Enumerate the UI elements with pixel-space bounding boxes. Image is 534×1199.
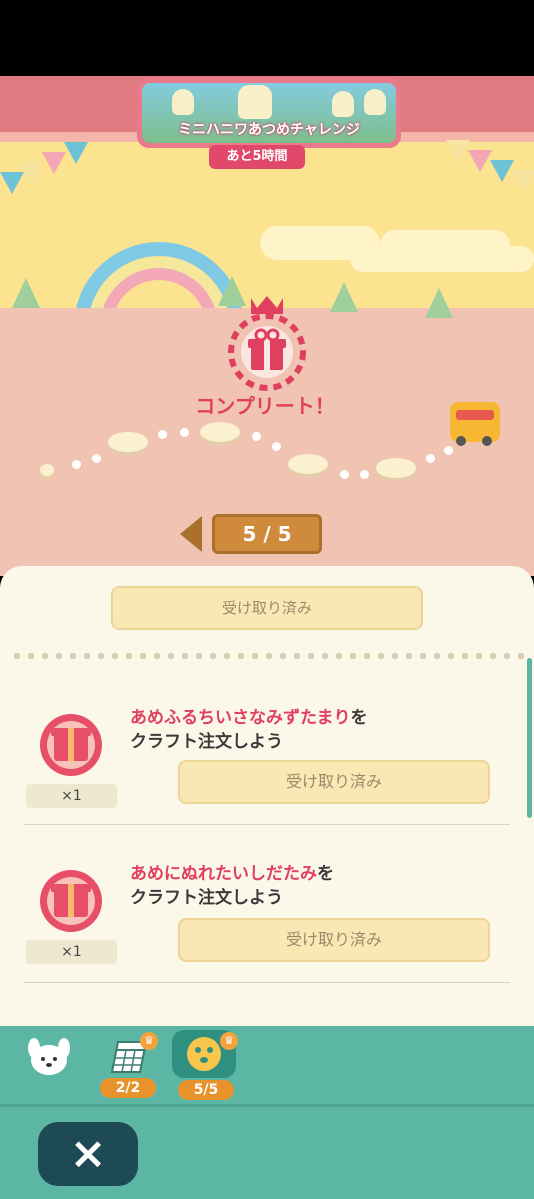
row-divider (24, 824, 510, 825)
haniwa-progress-badge: 5/5 (178, 1080, 234, 1100)
haniwa-icon (238, 85, 272, 119)
banner-art: ミニハニワあつめチャレンジ (142, 83, 396, 143)
mission-line2: クラフト注文しよう (130, 732, 283, 752)
row-divider (24, 982, 510, 983)
bunting-flag (490, 160, 514, 182)
path-stone (288, 454, 328, 474)
haniwa-icon (364, 89, 386, 115)
path-dot (426, 454, 435, 463)
mission-item-name: あめふるちいさなみずたまり (130, 708, 351, 728)
pager-indicator: 5 / 5 (212, 514, 322, 554)
mission-suffix: を (350, 708, 368, 728)
path-stone (40, 464, 54, 476)
path-dot (340, 470, 349, 479)
mission-row: ×1 あめふるちいさなみずたまりを クラフト注文しよう 受け取り済み (0, 674, 534, 824)
gift-wreath-icon (228, 296, 306, 391)
event-banner[interactable]: ミニハニワあつめチャレンジ (137, 78, 401, 148)
path-dot (360, 470, 369, 479)
nav-tab-isabelle[interactable] (24, 1030, 74, 1080)
event-timer: あと5時間 (209, 145, 305, 169)
crown-badge-icon: ♛ (140, 1032, 158, 1050)
haniwa-icon (332, 91, 354, 117)
event-title: ミニハニワあつめチャレンジ (178, 122, 360, 138)
mission-text: あめふるちいさなみずたまりを クラフト注文しよう (130, 706, 368, 754)
tree (425, 288, 453, 318)
path-dot (252, 432, 261, 441)
haniwa-icon (187, 1037, 221, 1071)
claim-all-button[interactable]: 受け取り済み (111, 586, 423, 630)
path-stone (108, 432, 148, 452)
bottom-nav (0, 1026, 534, 1106)
mission-line2: クラフト注文しよう (130, 888, 283, 908)
claim-button[interactable]: 受け取り済み (178, 760, 490, 804)
path-dot (72, 460, 81, 469)
path-dot (92, 454, 101, 463)
tree (12, 278, 40, 308)
path-dot (272, 442, 281, 451)
bunting-flag (446, 140, 470, 162)
mission-row: ×1 あめにぬれたいしだたみを クラフト注文しよう 受け取り済み (0, 830, 534, 980)
pager-prev-button[interactable] (180, 516, 202, 552)
complete-label: コンプリート！ (195, 394, 335, 418)
calendar-progress-badge: 2/2 (100, 1078, 156, 1098)
mission-item-name: あめにぬれたいしだたみ (130, 864, 317, 884)
gift-reward-icon (40, 870, 102, 932)
mission-panel: 受け取り済み ×1 あめふるちいさなみずたまりを クラフト注文しよう 受け取り済… (0, 566, 534, 1036)
path-stone (200, 422, 240, 442)
status-bar (0, 0, 534, 76)
tree (330, 282, 358, 312)
path-dot (444, 446, 453, 455)
haniwa-icon (172, 89, 194, 115)
close-button[interactable]: × (38, 1122, 138, 1186)
crown-badge-icon: ♛ (220, 1032, 238, 1050)
path-dot (180, 428, 189, 437)
bunting-flag (512, 170, 534, 192)
mission-text: あめにぬれたいしだたみを クラフト注文しよう (130, 862, 334, 910)
close-icon: × (69, 1128, 107, 1179)
nav-tab-calendar[interactable]: ♛ 2/2 (100, 1032, 160, 1100)
nav-tab-haniwa[interactable]: ♛ 5/5 (170, 1030, 240, 1100)
dotted-divider (10, 652, 524, 660)
bunting-flag (42, 152, 66, 174)
camper-van-icon (450, 402, 500, 446)
path-stone (376, 458, 416, 478)
gift-reward-icon (40, 714, 102, 776)
bunting-flag (468, 150, 492, 172)
cloud (350, 246, 534, 272)
claim-button[interactable]: 受け取り済み (178, 918, 490, 962)
reward-quantity: ×1 (26, 940, 117, 964)
isabelle-icon (28, 1038, 70, 1075)
bunting-flag (20, 162, 44, 184)
bunting-flag (64, 142, 88, 164)
path-dot (158, 430, 167, 439)
reward-quantity: ×1 (26, 784, 117, 808)
mission-suffix: を (317, 864, 334, 884)
